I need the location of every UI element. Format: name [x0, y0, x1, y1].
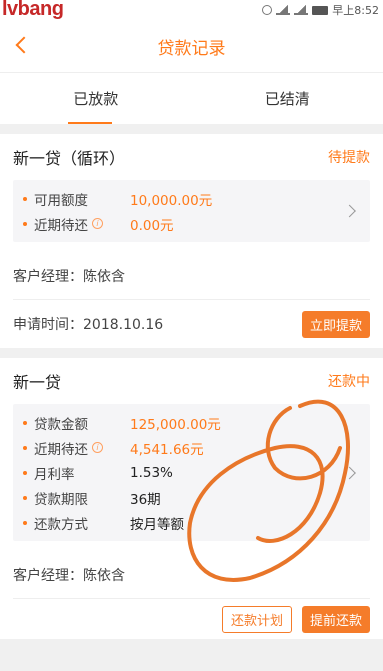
status-bar: lvbang 早上8:52 — [0, 0, 383, 20]
detail-row-amount: 贷款金额 125,000.00元 — [23, 410, 360, 435]
apply-time: 申请时间：2018.10.16 — [13, 317, 164, 333]
signal-icon-2 — [294, 5, 309, 15]
available-amount: 10,000.00元 — [130, 192, 213, 209]
loan-title: 新一贷 — [13, 373, 62, 392]
loan-amount: 125,000.00元 — [130, 416, 221, 433]
due-amount: 0.00元 — [130, 217, 174, 234]
loan-term: 36期 — [130, 491, 161, 508]
loan-card-revolving: 新一贷（循环） 待提款 可用额度 10,000.00元 近期待还 i 0.00元 … — [0, 134, 383, 348]
monthly-rate: 1.53% — [130, 464, 173, 481]
detail-row-method: 还款方式 按月等额 — [23, 510, 360, 535]
tab-settled[interactable]: 已结清 — [192, 73, 383, 124]
detail-row-rate: 月利率 1.53% — [23, 460, 360, 485]
info-icon[interactable]: i — [92, 218, 103, 229]
withdraw-now-button[interactable]: 立即提款 — [301, 310, 370, 338]
detail-row-due: 近期待还 i 4,541.66元 — [23, 435, 360, 460]
info-icon[interactable]: i — [92, 442, 103, 453]
loan-title: 新一贷（循环） — [13, 149, 126, 168]
alarm-icon — [262, 5, 273, 15]
status-time: 早上8:52 — [332, 4, 379, 17]
tab-disbursed[interactable]: 已放款 — [0, 73, 192, 124]
detail-row-due: 近期待还 i 0.00元 — [23, 211, 360, 236]
loan-detail-panel[interactable]: 可用额度 10,000.00元 近期待还 i 0.00元 — [13, 180, 370, 242]
manager-label: 客户经理：陈依含 — [13, 268, 125, 285]
manager-label: 客户经理：陈依含 — [13, 567, 125, 584]
page-title: 贷款记录 — [157, 38, 226, 59]
loan-status-badge: 待提款 — [328, 150, 370, 166]
detail-row-term: 贷款期限 36期 — [23, 485, 360, 510]
due-amount: 4,541.66元 — [130, 441, 204, 458]
loan-card-installment: 新一贷 还款中 贷款金额 125,000.00元 近期待还 i 4,541.66元… — [0, 358, 383, 639]
watermark-logo: lvbang — [2, 0, 64, 20]
manager-row: 客户经理：陈依含 — [13, 551, 370, 599]
actions-row: 还款计划 提前还款 — [13, 599, 370, 639]
loan-status-badge: 还款中 — [328, 374, 370, 390]
tab-bar: 已放款 已结清 — [0, 72, 383, 124]
battery-icon — [312, 5, 329, 15]
apply-row: 申请时间：2018.10.16 立即提款 — [13, 300, 370, 348]
back-chevron-icon[interactable] — [6, 30, 36, 60]
loan-detail-panel[interactable]: 贷款金额 125,000.00元 近期待还 i 4,541.66元 月利率 1.5… — [13, 404, 370, 541]
nav-bar: 贷款记录 — [0, 20, 383, 72]
signal-icon — [276, 5, 291, 15]
early-repayment-button[interactable]: 提前还款 — [301, 605, 370, 633]
repayment-plan-button[interactable]: 还款计划 — [221, 605, 292, 633]
repayment-method: 按月等额 — [130, 516, 184, 533]
manager-row: 客户经理：陈依含 — [13, 252, 370, 300]
detail-row-available: 可用额度 10,000.00元 — [23, 186, 360, 211]
